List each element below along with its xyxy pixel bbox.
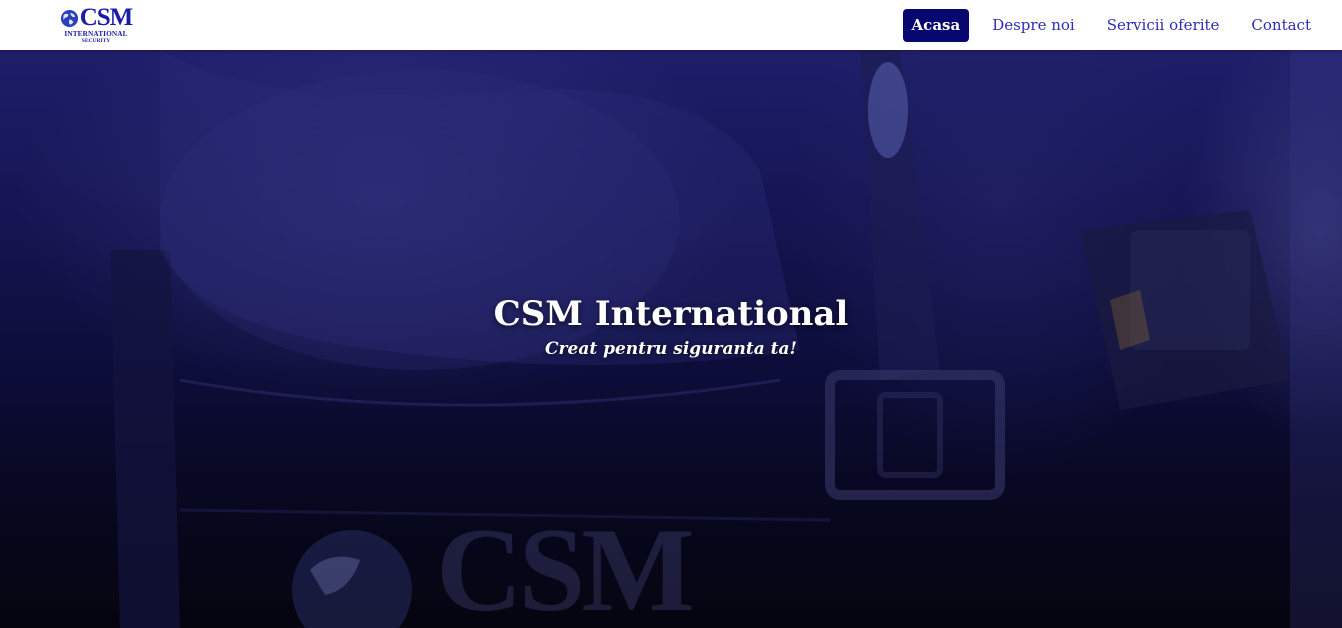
hero-section: CSM CSM International Creat pentru sigur…	[0, 50, 1342, 628]
logo-wordmark: CSM	[79, 4, 134, 31]
logo-line-2: SECURITY	[81, 38, 111, 44]
nav-link-contact[interactable]: Contact	[1242, 9, 1320, 42]
nav-link-acasa[interactable]: Acasa	[902, 9, 970, 42]
hero-background-emblem: CSM	[436, 503, 695, 628]
nav-link-servicii-oferite[interactable]: Servicii oferite	[1098, 9, 1229, 42]
logo-line-1: INTERNATIONAL	[64, 29, 128, 38]
main-nav: Acasa Despre noi Servicii oferite Contac…	[889, 9, 1320, 42]
navbar: CSM INTERNATIONAL SECURITY Acasa Despre …	[0, 0, 1342, 50]
hero-title: CSM International	[493, 294, 849, 334]
nav-link-despre-noi[interactable]: Despre noi	[983, 9, 1084, 42]
logo[interactable]: CSM INTERNATIONAL SECURITY	[56, 4, 136, 46]
hero-subtitle: Creat pentru siguranta ta!	[545, 339, 797, 359]
logo-mark: CSM	[56, 4, 136, 31]
globe-icon	[60, 9, 78, 27]
